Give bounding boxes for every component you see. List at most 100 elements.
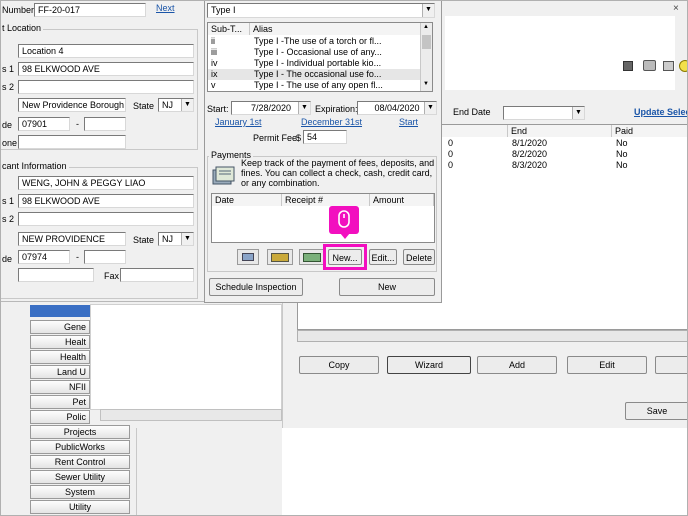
nav-selected-item[interactable] [30, 305, 90, 317]
subtype-code: iii [211, 47, 217, 57]
scroll-thumb[interactable] [422, 35, 431, 49]
row-end-cell: 8/2/2020 [512, 149, 548, 159]
table-header-end[interactable]: End [508, 125, 612, 137]
zip-ext-field[interactable] [84, 117, 126, 131]
nav-hscroll[interactable] [100, 409, 282, 421]
nav-item[interactable]: NFII [30, 380, 90, 394]
nav-item[interactable]: Healt [30, 335, 90, 349]
number-field[interactable]: FF-20-017 [34, 3, 146, 17]
permit-fee-field[interactable]: 54 [303, 130, 347, 144]
app-address1-field[interactable]: 98 ELKWOOD AVE [18, 194, 194, 208]
nav-item[interactable]: Rent Control [30, 455, 130, 469]
subtype-header-code[interactable]: Sub-T... [208, 23, 250, 35]
address2-field[interactable] [18, 80, 194, 94]
calendar-icon[interactable] [663, 61, 674, 71]
start-date-combo[interactable]: 7/28/2020 ▼ [231, 101, 311, 115]
nav-item[interactable]: Utility [30, 500, 130, 514]
city-field[interactable]: New Providence Borough [18, 98, 126, 112]
chevron-down-icon[interactable]: ▼ [424, 102, 436, 114]
chevron-down-icon[interactable]: ▼ [181, 233, 193, 245]
payments-list[interactable]: Date Receipt # Amount [211, 193, 435, 243]
subtype-vscroll[interactable]: ▲ ▼ [420, 23, 432, 91]
cash-payment-icon[interactable] [299, 249, 325, 265]
nav-item[interactable]: Land U [30, 365, 90, 379]
update-selected-link[interactable]: Update Selec [634, 107, 688, 117]
start-link[interactable]: Start [399, 117, 418, 127]
check-payment-icon[interactable] [237, 249, 259, 265]
chevron-down-icon[interactable]: ▼ [181, 99, 193, 111]
table-scrollbar[interactable] [297, 330, 688, 342]
wizard-button[interactable]: Wizard [387, 356, 471, 374]
app-phone-field[interactable] [18, 268, 94, 282]
chevron-down-icon[interactable]: ▼ [572, 107, 584, 119]
subtype-header-alias[interactable]: Alias [250, 23, 422, 35]
address1-field[interactable]: 98 ELKWOOD AVE [18, 62, 194, 76]
new-payment-button[interactable]: New... [328, 249, 362, 265]
subtype-row[interactable]: iv Type I - Individual portable kio... [208, 58, 420, 69]
app-zip-dash: - [76, 252, 79, 262]
nav-item[interactable]: System [30, 485, 130, 499]
scroll-down-icon[interactable]: ▼ [423, 81, 429, 87]
credit-card-icon[interactable] [267, 249, 293, 265]
app-zip-field[interactable]: 07974 [18, 250, 70, 264]
mouse-icon [338, 210, 350, 228]
chevron-down-icon[interactable]: ▼ [298, 102, 310, 114]
row-paid-cell: No [616, 149, 628, 159]
app-zip-ext-field[interactable] [84, 250, 126, 264]
save-disk-icon[interactable] [623, 61, 633, 71]
save-button[interactable]: Save [625, 402, 688, 420]
fax-field[interactable] [120, 268, 194, 282]
location-name-field[interactable]: Location 4 [18, 44, 194, 58]
chevron-down-icon[interactable]: ▼ [422, 4, 434, 17]
zip-field[interactable]: 07901 [18, 117, 70, 131]
delete-payment-button[interactable]: Delete [403, 249, 435, 265]
payments-description: Keep track of the payment of fees, depos… [241, 158, 435, 188]
permit-type-value: Type I [211, 5, 236, 15]
state-combo[interactable]: NJ ▼ [158, 98, 194, 112]
subtype-row[interactable]: v Type I - The use of any open fl... [208, 80, 420, 91]
nav-item[interactable]: Health [30, 350, 90, 364]
end-date-combo[interactable]: ▼ [503, 106, 585, 120]
applicant-name-field[interactable]: WENG, JOHN & PEGGY LIAO [18, 176, 194, 190]
nav-item[interactable]: Sewer Utility [30, 470, 130, 484]
clock-icon[interactable] [679, 60, 688, 72]
address1-label: s 1 [2, 64, 15, 74]
subtype-list[interactable]: Sub-T... Alias ii Type I -The use of a to… [207, 22, 433, 92]
expiration-date-combo[interactable]: 08/04/2020 ▼ [357, 101, 437, 115]
payments-header-date[interactable]: Date [212, 194, 282, 206]
permit-type-combo[interactable]: Type I ▼ [207, 3, 435, 18]
nav-item[interactable]: Pet [30, 395, 90, 409]
window-close-icon[interactable]: × [673, 3, 679, 14]
more-button[interactable] [655, 356, 688, 374]
edit-record-button[interactable]: Edit [567, 356, 647, 374]
nav-item[interactable]: Polic [30, 410, 90, 424]
subtype-row[interactable]: iii Type I - Occasional use of any... [208, 47, 420, 58]
schedule-inspection-button[interactable]: Schedule Inspection [209, 278, 303, 296]
copy-button[interactable]: Copy [299, 356, 379, 374]
next-link[interactable]: Next [156, 3, 175, 13]
payments-header-receipt[interactable]: Receipt # [282, 194, 370, 206]
phone-field[interactable] [18, 135, 126, 149]
expiration-label: Expiration: [315, 104, 358, 114]
nav-item[interactable]: Projects [30, 425, 130, 439]
new-permit-button[interactable]: New [339, 278, 435, 296]
payments-header-amount[interactable]: Amount [370, 194, 434, 206]
nav-item[interactable]: Gene [30, 320, 90, 334]
nav-item[interactable]: PublicWorks [30, 440, 130, 454]
app-city-field[interactable]: NEW PROVIDENCE [18, 232, 126, 246]
subtype-alias: Type I - The occasional use fo... [254, 69, 382, 79]
january-first-link[interactable]: January 1st [215, 117, 262, 127]
december-31st-link[interactable]: December 31st [301, 117, 362, 127]
app-address2-field[interactable] [18, 212, 194, 226]
add-button[interactable]: Add [477, 356, 557, 374]
print-icon[interactable] [643, 60, 656, 71]
scroll-up-icon[interactable]: ▲ [423, 24, 429, 30]
app-state-combo[interactable]: NJ ▼ [158, 232, 194, 246]
edit-payment-button[interactable]: Edit... [369, 249, 397, 265]
subtype-row[interactable]: ix Type I - The occasional use fo... [208, 69, 420, 80]
subtype-row[interactable]: ii Type I -The use of a torch or fl... [208, 36, 420, 47]
row-left-cell: 0 [448, 149, 454, 159]
app-state-label: State [133, 235, 155, 245]
number-label: Number: [2, 5, 37, 15]
table-header-paid[interactable]: Paid [612, 125, 688, 137]
